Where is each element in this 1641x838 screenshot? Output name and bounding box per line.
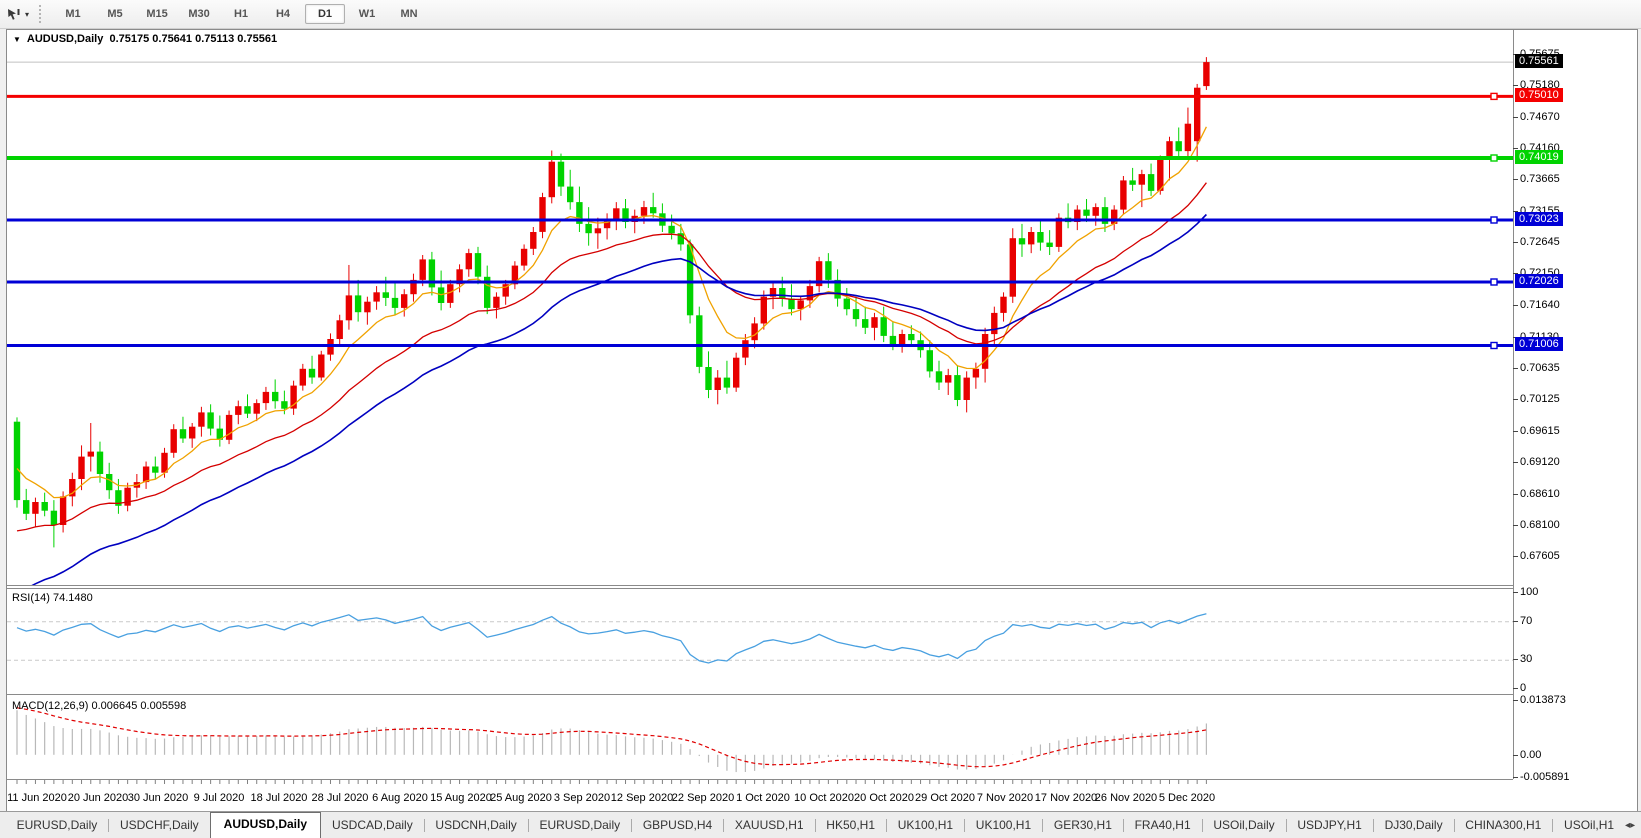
price-axis-label: 0.69615: [1520, 425, 1560, 437]
tab-xauusd-h1[interactable]: XAUUSD,H1: [724, 814, 815, 836]
date-axis-label: 12 Sep 2020: [607, 792, 677, 804]
timeframe-button-m30[interactable]: M30: [179, 4, 219, 24]
timeframe-button-d1[interactable]: D1: [305, 4, 345, 24]
toolbar-grip: [39, 5, 44, 23]
timeframe-button-h4[interactable]: H4: [263, 4, 303, 24]
chart-cursor-tool[interactable]: ▾: [2, 3, 33, 25]
tab-fra40-h1[interactable]: FRA40,H1: [1124, 814, 1202, 836]
tab-usoil-daily[interactable]: USOil,Daily: [1202, 814, 1285, 836]
rsi-axis-label: 0: [1520, 682, 1526, 694]
symbol-dropdown-icon[interactable]: ▼: [13, 35, 21, 44]
rsi-indicator-pane[interactable]: [7, 589, 1513, 693]
symbol-tab-bar: EURUSD,DailyUSDCHF,DailyAUDUSD,DailyUSDC…: [0, 811, 1641, 838]
price-level-badge: 0.75010: [1515, 88, 1563, 102]
chart-ohlc-values: 0.75175 0.75641 0.75113 0.75561: [109, 33, 277, 45]
macd-label: MACD(12,26,9) 0.006645 0.005598: [12, 700, 186, 712]
date-axis-label: 7 Nov 2020: [970, 792, 1040, 804]
tab-usoil-h1[interactable]: USOil,H1: [1553, 814, 1625, 836]
tab-usdcad-daily[interactable]: USDCAD,Daily: [321, 814, 424, 836]
date-axis-label: 5 Dec 2020: [1152, 792, 1222, 804]
date-axis-ticks: [7, 780, 1513, 786]
date-axis-label: 20 Oct 2020: [849, 792, 919, 804]
tab-usdcnh-daily[interactable]: USDCNH,Daily: [424, 814, 527, 836]
price-axis-label: 0.69120: [1520, 456, 1560, 468]
tab-scroll-right-icon[interactable]: ▸: [1630, 820, 1635, 831]
price-axis-label: 0.70635: [1520, 362, 1560, 374]
timeframe-button-group: M1M5M15M30H1H4D1W1MN: [52, 4, 430, 24]
date-axis-label: 26 Nov 2020: [1091, 792, 1161, 804]
timeframe-button-mn[interactable]: MN: [389, 4, 429, 24]
toolbar: ▾ M1M5M15M30H1H4D1W1MN: [0, 0, 1641, 29]
date-axis-label: 18 Jul 2020: [244, 792, 314, 804]
macd-axis-label: 0.00: [1520, 749, 1541, 761]
price-axis-label: 0.68100: [1520, 519, 1560, 531]
rsi-axis-label: 30: [1520, 653, 1532, 665]
date-axis-label: 30 Jun 2020: [123, 792, 193, 804]
tab-uk100-h1[interactable]: UK100,H1: [887, 814, 964, 836]
tab-uk100-h1[interactable]: UK100,H1: [965, 814, 1042, 836]
price-axis-label: 0.70125: [1520, 393, 1560, 405]
tab-gbpusd-h4[interactable]: GBPUSD,H4: [632, 814, 723, 836]
tab-china300-h1[interactable]: CHINA300,H1: [1454, 814, 1552, 836]
price-level-badge: 0.74019: [1515, 150, 1563, 164]
date-axis-label: 11 Jun 2020: [2, 792, 72, 804]
timeframe-button-m15[interactable]: M15: [137, 4, 177, 24]
price-axis-label: 0.74670: [1520, 111, 1560, 123]
tab-usdjpy-h1[interactable]: USDJPY,H1: [1286, 814, 1372, 836]
main-price-chart[interactable]: [7, 30, 1513, 585]
price-axis-label: 0.71640: [1520, 299, 1560, 311]
price-axis-label: 0.72645: [1520, 236, 1560, 248]
tab-usdchf-daily[interactable]: USDCHF,Daily: [109, 814, 210, 836]
price-level-badge: 0.72026: [1515, 274, 1563, 288]
tab-ger30-h1[interactable]: GER30,H1: [1043, 814, 1123, 836]
chart-symbol-label: AUDUSD,Daily: [27, 33, 103, 45]
current-price-badge: 0.75561: [1515, 54, 1563, 68]
tab-hk50-h1[interactable]: HK50,H1: [815, 814, 886, 836]
price-axis-border: [1513, 29, 1514, 779]
tab-audusd-daily[interactable]: AUDUSD,Daily: [210, 812, 321, 838]
timeframe-button-h1[interactable]: H1: [221, 4, 261, 24]
chart-title: ▼ AUDUSD,Daily 0.75175 0.75641 0.75113 0.…: [13, 33, 277, 45]
tab-eurusd-daily[interactable]: EURUSD,Daily: [528, 814, 631, 836]
price-axis-label: 0.67605: [1520, 550, 1560, 562]
tab-eurusd-daily[interactable]: EURUSD,Daily: [6, 814, 109, 836]
date-axis-label: 25 Aug 2020: [486, 792, 556, 804]
price-axis-label: 0.68610: [1520, 488, 1560, 500]
price-axis-label: 0.73665: [1520, 173, 1560, 185]
price-level-badge: 0.73023: [1515, 212, 1563, 226]
date-axis-label: 1 Oct 2020: [728, 792, 798, 804]
chart-cursor-icon: [6, 7, 22, 22]
macd-axis-label: -0.005891: [1520, 771, 1570, 783]
rsi-axis-label: 70: [1520, 615, 1532, 627]
tab-dj30-daily[interactable]: DJ30,Daily: [1374, 814, 1454, 836]
rsi-label: RSI(14) 74.1480: [12, 592, 93, 604]
price-level-badge: 0.71006: [1515, 337, 1563, 351]
date-axis-label: 6 Aug 2020: [365, 792, 435, 804]
timeframe-button-w1[interactable]: W1: [347, 4, 387, 24]
timeframe-button-m1[interactable]: M1: [53, 4, 93, 24]
rsi-axis-label: 100: [1520, 586, 1538, 598]
chevron-down-icon[interactable]: ▾: [25, 10, 29, 19]
macd-axis-label: 0.013873: [1520, 694, 1566, 706]
timeframe-button-m5[interactable]: M5: [95, 4, 135, 24]
macd-indicator-pane[interactable]: [7, 697, 1513, 779]
